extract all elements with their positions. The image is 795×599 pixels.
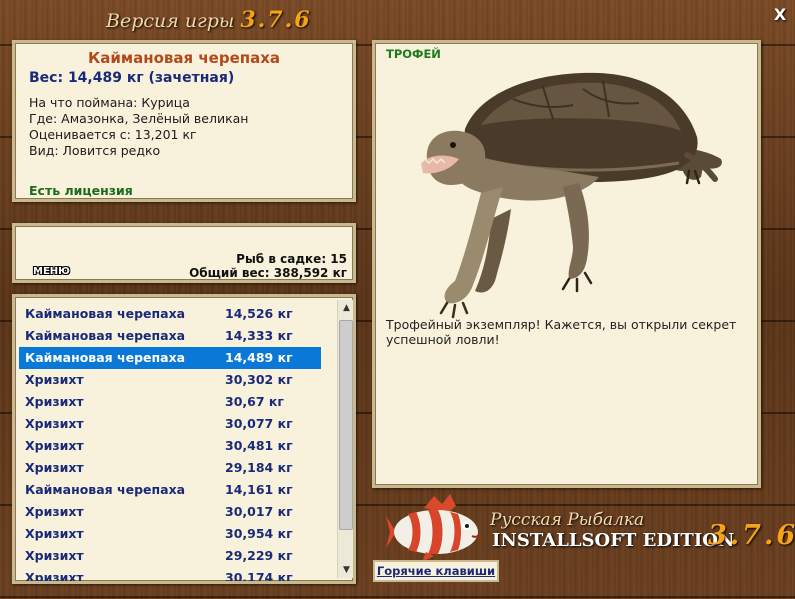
scroll-thumb[interactable] bbox=[339, 320, 353, 530]
game-window: Версия игры 3.7.6 X Каймановая черепаха В… bbox=[0, 0, 795, 599]
list-item-name: Каймановая черепаха bbox=[25, 350, 186, 365]
list-item-weight: 14,333 кг bbox=[225, 328, 293, 343]
list-item-name: Каймановая черепаха bbox=[25, 482, 186, 497]
list-item-weight: 30,077 кг bbox=[225, 416, 293, 431]
list-item-name: Хризихт bbox=[25, 548, 84, 563]
list-item-name: Хризихт bbox=[25, 460, 84, 475]
list-item[interactable]: Хризихт 30,481 кг bbox=[19, 435, 321, 457]
license-status: Есть лицензия bbox=[29, 183, 133, 198]
list-item[interactable]: Хризихт 30,954 кг bbox=[19, 523, 321, 545]
list-item[interactable]: Хризихт 30,67 кг bbox=[19, 391, 321, 413]
catch-weight: Вес: 14,489 кг (зачетная) bbox=[29, 70, 235, 86]
list-item-name: Хризихт bbox=[25, 394, 84, 409]
catch-bait: На что поймана: Курица bbox=[29, 95, 190, 110]
list-item[interactable]: Хризихт 30,302 кг bbox=[19, 369, 321, 391]
list-item[interactable]: Хризихт 30.174 кг bbox=[19, 567, 321, 584]
close-button[interactable]: X bbox=[771, 6, 789, 24]
list-scrollbar[interactable]: ▲ ▼ bbox=[337, 300, 353, 578]
arrow-down-icon[interactable]: ▼ bbox=[338, 562, 353, 578]
fish-logo-icon bbox=[386, 494, 481, 562]
list-item-weight: 30,017 кг bbox=[225, 504, 293, 519]
list-item-weight: 14,526 кг bbox=[225, 306, 293, 321]
list-item[interactable]: Каймановая черепаха 14,161 кг bbox=[19, 479, 321, 501]
list-item-weight: 14,161 кг bbox=[225, 482, 293, 497]
menu-button[interactable]: МЕНЮ bbox=[33, 266, 70, 277]
trophy-panel: ТРОФЕЙ Трофейный экземпляр! Кажется, вы … bbox=[372, 40, 761, 488]
list-item[interactable]: Каймановая черепаха 14,333 кг bbox=[19, 325, 321, 347]
list-item[interactable]: Каймановая черепаха 14,526 кг bbox=[19, 303, 321, 325]
window-title: Версия игры 3.7.6 bbox=[106, 7, 312, 33]
list-item[interactable]: Хризихт 29,229 кг bbox=[19, 545, 321, 567]
list-item-name: Каймановая черепаха bbox=[25, 328, 186, 343]
list-item[interactable]: Каймановая черепаха 14,489 кг bbox=[19, 347, 321, 369]
close-icon: X bbox=[773, 5, 787, 24]
list-item-weight: 29,229 кг bbox=[225, 548, 293, 563]
list-item[interactable]: Хризихт 30,017 кг bbox=[19, 501, 321, 523]
list-item-name: Хризихт bbox=[25, 416, 84, 431]
catch-location: Где: Амазонка, Зелёный великан bbox=[29, 111, 249, 126]
catch-min-weight: Оценивается с: 13,201 кг bbox=[29, 127, 197, 142]
list-item-name: Хризихт bbox=[25, 372, 84, 387]
fish-list: Каймановая черепаха 14,526 кг Каймановая ч… bbox=[19, 303, 321, 584]
title-version: 3.7.6 bbox=[240, 7, 312, 33]
list-item-weight: 14,489 кг bbox=[225, 350, 293, 365]
turtle-image bbox=[420, 72, 722, 319]
list-item-name: Хризихт bbox=[25, 526, 84, 541]
list-item-name: Хризихт bbox=[25, 438, 84, 453]
list-item-weight: 30,302 кг bbox=[225, 372, 293, 387]
fish-list-panel: Каймановая черепаха 14,526 кг Каймановая ч… bbox=[12, 294, 356, 584]
brand-version: 3.7.6 bbox=[708, 520, 795, 551]
catch-fish-name: Каймановая черепаха bbox=[87, 49, 281, 67]
list-item-weight: 30,481 кг bbox=[225, 438, 293, 453]
brand-line-1: Русская Рыбалка bbox=[490, 510, 645, 530]
list-item-name: Каймановая черепаха bbox=[25, 306, 186, 321]
total-weight: Общий вес: 388,592 кг bbox=[189, 266, 347, 280]
catch-info-panel: Каймановая черепаха Вес: 14,489 кг (заче… bbox=[12, 40, 356, 202]
list-item-name: Хризихт bbox=[25, 504, 84, 519]
list-item-weight: 30,954 кг bbox=[225, 526, 293, 541]
trophy-description: Трофейный экземпляр! Кажется, вы открыли… bbox=[386, 317, 737, 347]
keepnet-stats: Рыб в садке: 15 Общий вес: 388,592 кг bbox=[189, 252, 347, 280]
keepnet-panel: МЕНЮ Рыб в садке: 15 Общий вес: 388,592 … bbox=[12, 223, 356, 283]
catch-rarity: Вид: Ловится редко bbox=[29, 143, 161, 158]
list-item-name: Хризихт bbox=[25, 570, 84, 584]
arrow-up-icon[interactable]: ▲ bbox=[338, 300, 353, 316]
list-item-weight: 30,67 кг bbox=[225, 394, 284, 409]
list-item[interactable]: Хризихт 29,184 кг bbox=[19, 457, 321, 479]
hotkeys-button[interactable]: Горячие клавиши bbox=[373, 560, 499, 582]
brand-line-2: INSTALLSOFT EDITION bbox=[492, 530, 735, 551]
list-item-weight: 29,184 кг bbox=[225, 460, 293, 475]
list-item[interactable]: Хризихт 30,077 кг bbox=[19, 413, 321, 435]
list-item-weight: 30.174 кг bbox=[225, 570, 293, 584]
fish-count: Рыб в садке: 15 bbox=[236, 252, 347, 266]
title-text: Версия игры bbox=[106, 10, 235, 32]
